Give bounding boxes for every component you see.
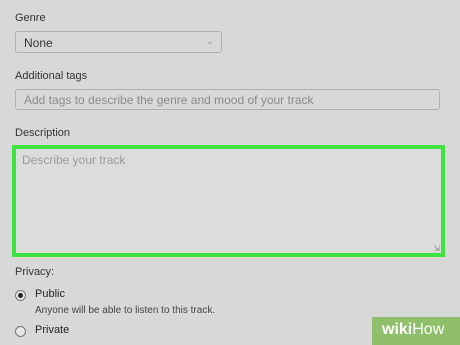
public-option-hint: Anyone will be able to listen to this tr… — [35, 305, 216, 316]
track-upload-form: Genre None ⌄ Additional tags Add tags to… — [0, 0, 460, 345]
private-radio[interactable] — [15, 326, 26, 337]
public-radio[interactable] — [15, 290, 26, 301]
description-textarea[interactable]: Describe your track ⇲ — [12, 145, 445, 257]
privacy-label: Privacy: — [15, 266, 55, 278]
genre-selected-value: None — [24, 36, 53, 50]
watermark-part1: wiki — [382, 321, 413, 338]
genre-label: Genre — [15, 12, 46, 24]
watermark-part2: How — [412, 321, 445, 338]
description-label: Description — [15, 127, 71, 139]
resize-handle-icon[interactable]: ⇲ — [433, 245, 440, 253]
tags-label: Additional tags — [15, 70, 88, 82]
tags-input[interactable]: Add tags to describe the genre and mood … — [15, 89, 440, 110]
wikihow-watermark: wikiHow — [372, 317, 460, 345]
genre-select[interactable]: None ⌄ — [15, 31, 222, 53]
public-option-label[interactable]: Public — [35, 288, 65, 300]
chevron-down-icon: ⌄ — [205, 36, 214, 47]
tags-placeholder: Add tags to describe the genre and mood … — [24, 93, 314, 107]
private-option-label[interactable]: Private — [35, 324, 69, 336]
description-placeholder: Describe your track — [22, 153, 126, 167]
